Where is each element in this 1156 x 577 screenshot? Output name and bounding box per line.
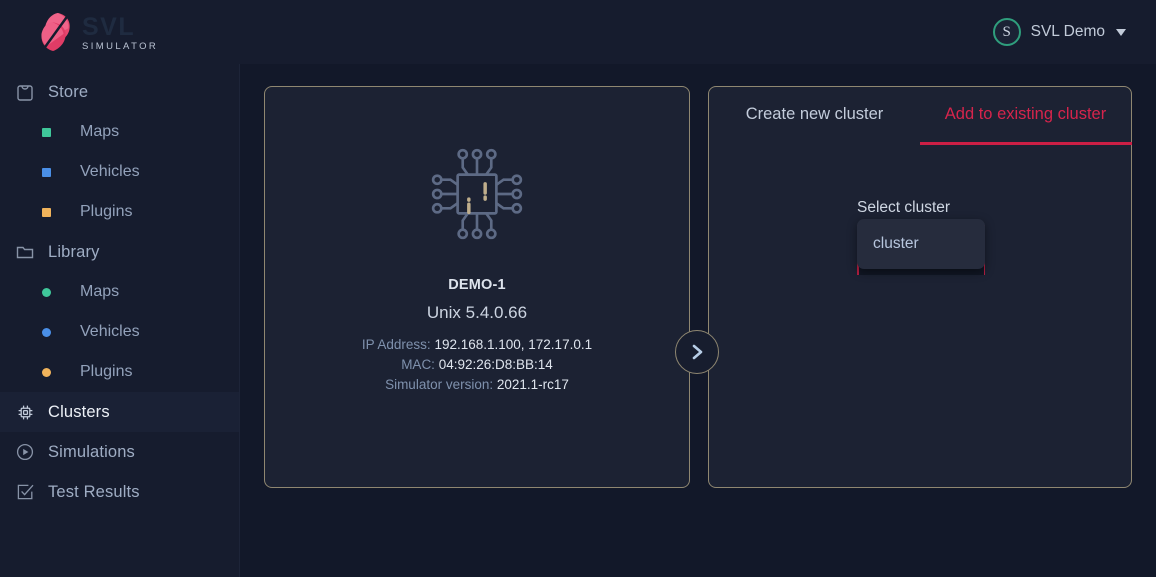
brand-subtitle: SIMULATOR xyxy=(82,40,159,52)
marker-blue-square-icon xyxy=(42,167,51,177)
marker-orange-square-icon xyxy=(42,207,51,217)
tab-label: Add to existing cluster xyxy=(944,104,1107,123)
sidebar-subitem-label: Plugins xyxy=(80,203,133,220)
node-os: Unix 5.4.0.66 xyxy=(426,303,528,322)
play-circle-icon xyxy=(14,441,36,463)
tab-label: Create new cluster xyxy=(745,104,884,123)
svl-leaf-logo-icon xyxy=(41,12,70,52)
sidebar-item-label: Simulations xyxy=(48,442,135,461)
cpu-chip-large-icon xyxy=(431,148,523,240)
sidebar-item-test-results[interactable]: Test Results xyxy=(0,472,239,512)
node-detail-key: MAC: xyxy=(401,356,435,372)
brand-text: SVL SIMULATOR xyxy=(82,13,158,52)
shopping-bag-icon xyxy=(14,81,36,103)
sidebar-item-label: Store xyxy=(48,82,89,101)
marker-green-square-icon xyxy=(42,127,51,137)
node-detail-value: 192.168.1.100, 172.17.0.1 xyxy=(434,337,593,352)
sidebar-subitem-label: Maps xyxy=(80,123,120,140)
select-cluster-label: Select cluster xyxy=(857,199,951,216)
node-detail-key: IP Address: xyxy=(361,337,431,352)
node-detail-key: Simulator version: xyxy=(385,376,494,392)
user-name: SVL Demo xyxy=(1030,23,1105,40)
tab-add-to-existing-cluster[interactable]: Add to existing cluster xyxy=(920,87,1132,145)
sidebar-item-store-maps[interactable]: Maps xyxy=(0,112,239,152)
node-name: DEMO-1 xyxy=(448,277,506,293)
marker-orange-circle-icon xyxy=(42,367,51,377)
sidebar-item-clusters[interactable]: Clusters xyxy=(0,392,239,432)
app-root: SVL SIMULATOR S SVL Demo Store Maps Vehi… xyxy=(0,0,1156,577)
sidebar-item-store-plugins[interactable]: Plugins xyxy=(0,192,239,232)
body-row: Store Maps Vehicles Plugins Library Maps… xyxy=(0,64,1156,577)
node-detail-version: Simulator version: 2021.1-rc17 xyxy=(362,375,592,395)
sidebar-item-label: Test Results xyxy=(48,482,140,501)
sidebar-item-label: Library xyxy=(48,242,100,261)
brand-title: SVL xyxy=(82,12,136,41)
sidebar-item-library-plugins[interactable]: Plugins xyxy=(0,352,239,392)
node-detail-value: 04:92:26:D8:BB:14 xyxy=(438,356,553,372)
sidebar-item-simulations[interactable]: Simulations xyxy=(0,432,239,472)
sidebar-item-label: Clusters xyxy=(48,402,110,421)
cluster-card: Create new cluster Add to existing clust… xyxy=(708,86,1132,488)
sidebar-item-library[interactable]: Library xyxy=(0,232,239,272)
marker-green-circle-icon xyxy=(42,287,51,297)
chevron-down-icon[interactable] xyxy=(1116,28,1126,36)
next-step-button[interactable] xyxy=(675,330,719,374)
main-content: DEMO-1 Unix 5.4.0.66 IP Address: 192.168… xyxy=(240,64,1156,577)
sidebar-subitem-label: Maps xyxy=(80,283,120,300)
sidebar-subitem-label: Plugins xyxy=(80,363,133,380)
dropdown-option-label: cluster xyxy=(873,235,919,252)
marker-blue-circle-icon xyxy=(42,327,51,337)
sidebar: Store Maps Vehicles Plugins Library Maps… xyxy=(0,64,240,577)
sidebar-item-store-vehicles[interactable]: Vehicles xyxy=(0,152,239,192)
user-menu[interactable]: S SVL Demo xyxy=(992,18,1134,46)
avatar: S xyxy=(992,18,1021,46)
sidebar-item-library-vehicles[interactable]: Vehicles xyxy=(0,312,239,352)
cluster-dropdown-panel: cluster xyxy=(857,219,985,269)
chevron-right-icon xyxy=(692,344,703,360)
tab-create-new-cluster[interactable]: Create new cluster xyxy=(709,87,920,145)
node-card: DEMO-1 Unix 5.4.0.66 IP Address: 192.168… xyxy=(264,86,690,488)
top-bar: SVL SIMULATOR S SVL Demo xyxy=(0,0,1156,64)
node-detail-mac: MAC: 04:92:26:D8:BB:14 xyxy=(362,355,592,375)
cluster-tabs: Create new cluster Add to existing clust… xyxy=(709,87,1132,145)
sidebar-subitem-label: Vehicles xyxy=(80,323,140,340)
folder-icon xyxy=(14,241,36,263)
sidebar-item-library-maps[interactable]: Maps xyxy=(0,272,239,312)
node-detail-value: 2021.1-rc17 xyxy=(496,376,569,392)
node-detail-ip: IP Address: 192.168.1.100, 172.17.0.1 xyxy=(362,335,592,355)
cpu-chip-icon xyxy=(14,401,36,423)
node-details: IP Address: 192.168.1.100, 172.17.0.1 MA… xyxy=(362,335,592,395)
check-square-icon xyxy=(14,481,36,503)
sidebar-item-store[interactable]: Store xyxy=(0,72,239,112)
dropdown-option-cluster[interactable]: cluster xyxy=(857,229,985,259)
sidebar-subitem-label: Vehicles xyxy=(80,163,140,180)
brand[interactable]: SVL SIMULATOR xyxy=(38,12,158,52)
